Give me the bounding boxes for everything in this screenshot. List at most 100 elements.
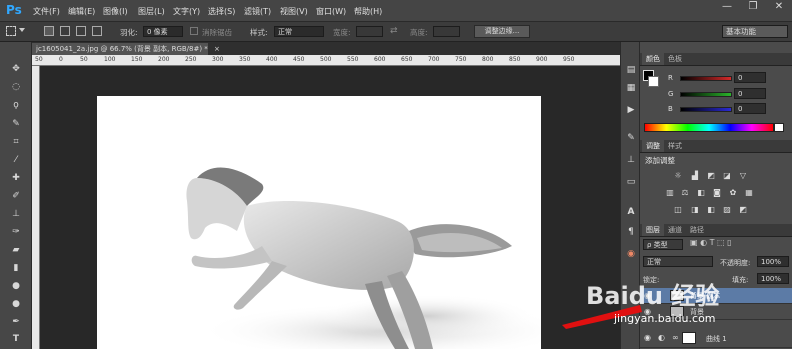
levels-icon[interactable]: ▟ bbox=[690, 171, 700, 180]
properties-panel-icon[interactable]: ▦ bbox=[624, 82, 638, 95]
layer-filter-select[interactable]: ρ 类型 bbox=[643, 239, 683, 250]
vibrance-icon[interactable]: ▽ bbox=[738, 171, 748, 180]
move-tool-icon[interactable]: ✥ bbox=[9, 64, 23, 75]
tab-paths[interactable]: 路径 bbox=[686, 224, 708, 236]
blur-tool-icon[interactable]: ● bbox=[9, 281, 23, 292]
color-lookup-icon[interactable]: ▦ bbox=[744, 188, 754, 197]
subtract-selection-icon[interactable] bbox=[76, 26, 86, 36]
color-panel-icon[interactable]: ◉ bbox=[624, 248, 638, 261]
opacity-input[interactable]: 100% bbox=[757, 256, 789, 267]
tab-layers[interactable]: 图层 bbox=[642, 224, 664, 236]
clone-stamp-tool-icon[interactable]: ⊥ bbox=[9, 209, 23, 220]
dodge-tool-icon[interactable]: ● bbox=[9, 299, 23, 310]
restore-button[interactable]: ❐ bbox=[740, 0, 766, 15]
antialias-checkbox[interactable] bbox=[190, 27, 198, 35]
marquee-tool-icon[interactable] bbox=[6, 26, 16, 36]
layers-panel-tabs: 图层 通道 路径 bbox=[640, 224, 792, 237]
red-value[interactable]: 0 bbox=[734, 72, 766, 83]
refine-edge-button[interactable]: 调整边缘... bbox=[474, 25, 530, 38]
gradient-tool-icon[interactable]: ▮ bbox=[9, 263, 23, 274]
tab-styles[interactable]: 样式 bbox=[664, 140, 686, 152]
black-white-icon[interactable]: ◧ bbox=[696, 188, 706, 197]
background-color-swatch[interactable] bbox=[648, 76, 659, 87]
intersect-selection-icon[interactable] bbox=[92, 26, 102, 36]
red-slider[interactable] bbox=[680, 76, 732, 81]
color-panel-tabs: 颜色 色板 bbox=[640, 53, 792, 66]
menu-help[interactable]: 帮助(H) bbox=[354, 6, 382, 17]
fill-input[interactable]: 100% bbox=[757, 273, 789, 284]
document-canvas[interactable] bbox=[97, 96, 541, 349]
brightness-contrast-icon[interactable]: ☼ bbox=[673, 171, 683, 180]
tab-swatches[interactable]: 色板 bbox=[664, 53, 686, 65]
menu-file[interactable]: 文件(F) bbox=[33, 6, 60, 17]
close-window-button[interactable]: ✕ bbox=[766, 0, 792, 15]
selective-color-icon[interactable]: ◩ bbox=[738, 205, 748, 214]
brush-tool-icon[interactable]: ✐ bbox=[9, 191, 23, 202]
paragraph-panel-icon[interactable]: ¶ bbox=[624, 226, 638, 239]
blue-slider[interactable] bbox=[680, 107, 732, 112]
green-value[interactable]: 0 bbox=[734, 88, 766, 99]
menu-layer[interactable]: 图层(L) bbox=[138, 6, 165, 17]
menu-edit[interactable]: 编辑(E) bbox=[68, 6, 95, 17]
eyedropper-tool-icon[interactable]: ⁄ bbox=[9, 155, 23, 166]
color-spectrum-bar[interactable] bbox=[644, 123, 774, 132]
new-selection-icon[interactable] bbox=[44, 26, 54, 36]
swap-dimensions-icon[interactable]: ⇄ bbox=[390, 26, 398, 36]
threshold-icon[interactable]: ◧ bbox=[706, 205, 716, 214]
eye-icon[interactable]: ◉ bbox=[644, 333, 651, 342]
crop-tool-icon[interactable]: ⌗ bbox=[9, 137, 23, 148]
width-input[interactable] bbox=[356, 26, 383, 37]
quick-select-tool-icon[interactable]: ✎ bbox=[9, 119, 23, 130]
color-balance-icon[interactable]: ⚖ bbox=[680, 188, 690, 197]
healing-brush-tool-icon[interactable]: ✚ bbox=[9, 173, 23, 184]
lasso-tool-icon[interactable]: ϙ bbox=[9, 100, 23, 111]
photo-filter-icon[interactable]: ◙ bbox=[712, 188, 722, 197]
marquee-tool-icon[interactable]: ◌ bbox=[9, 82, 23, 93]
actions-panel-icon[interactable]: ▶ bbox=[624, 104, 638, 117]
type-tool-icon[interactable]: T bbox=[9, 334, 23, 345]
blue-value[interactable]: 0 bbox=[734, 103, 766, 114]
invert-icon[interactable]: ◫ bbox=[673, 205, 683, 214]
height-input[interactable] bbox=[433, 26, 460, 37]
tab-channels[interactable]: 通道 bbox=[664, 224, 686, 236]
channel-mixer-icon[interactable]: ✿ bbox=[728, 188, 738, 197]
menu-window[interactable]: 窗口(W) bbox=[316, 6, 346, 17]
antialias-label: 消除锯齿 bbox=[202, 28, 232, 37]
clone-source-icon[interactable]: ⊥ bbox=[624, 154, 638, 167]
character-panel-icon[interactable]: A bbox=[624, 206, 638, 219]
chevron-down-icon[interactable] bbox=[19, 28, 25, 32]
menu-select[interactable]: 选择(S) bbox=[208, 6, 235, 17]
gradient-map-icon[interactable]: ▨ bbox=[722, 205, 732, 214]
hue-saturation-icon[interactable]: ▥ bbox=[665, 188, 675, 197]
exposure-icon[interactable]: ◪ bbox=[722, 171, 732, 180]
pen-tool-icon[interactable]: ✒ bbox=[9, 317, 23, 328]
history-brush-tool-icon[interactable]: ✑ bbox=[9, 227, 23, 238]
feather-input[interactable]: 0 像素 bbox=[143, 26, 183, 37]
style-label: 样式: bbox=[250, 28, 268, 37]
menu-type[interactable]: 文字(Y) bbox=[173, 6, 200, 17]
eraser-tool-icon[interactable]: ▰ bbox=[9, 245, 23, 256]
green-slider[interactable] bbox=[680, 92, 732, 97]
ruler-tick-label: 600 bbox=[374, 56, 386, 63]
menu-image[interactable]: 图像(I) bbox=[103, 6, 128, 17]
filter-icons[interactable]: ▣ ◐ T ⬚ ▯ bbox=[690, 238, 732, 247]
history-panel-icon[interactable]: ▤ bbox=[624, 64, 638, 77]
brush-panel-icon[interactable]: ✎ bbox=[624, 132, 638, 145]
ruler-tick-label: 900 bbox=[536, 56, 548, 63]
tab-adjustments[interactable]: 调整 bbox=[642, 140, 664, 152]
posterize-icon[interactable]: ◨ bbox=[690, 205, 700, 214]
blend-mode-select[interactable]: 正常 bbox=[643, 256, 713, 267]
info-panel-icon[interactable]: ▭ bbox=[624, 176, 638, 189]
menu-view[interactable]: 视图(V) bbox=[280, 6, 308, 17]
menu-filter[interactable]: 滤镜(T) bbox=[244, 6, 271, 17]
curves-icon[interactable]: ◩ bbox=[706, 171, 716, 180]
add-selection-icon[interactable] bbox=[60, 26, 70, 36]
minimize-button[interactable]: — bbox=[714, 0, 740, 15]
document-tab[interactable]: jc1605041_2a.jpg @ 66.7% (背景 副本, RGB/8#)… bbox=[32, 43, 220, 55]
style-select[interactable]: 正常 bbox=[274, 26, 324, 37]
tab-color[interactable]: 颜色 bbox=[642, 53, 664, 65]
layer-row[interactable]: ◉ ◐ ∞ 曲线 1 bbox=[640, 329, 792, 348]
workspace-select[interactable]: 基本功能 bbox=[722, 25, 788, 38]
tab-close-icon[interactable]: × bbox=[214, 45, 220, 53]
white-swatch[interactable] bbox=[774, 123, 784, 132]
